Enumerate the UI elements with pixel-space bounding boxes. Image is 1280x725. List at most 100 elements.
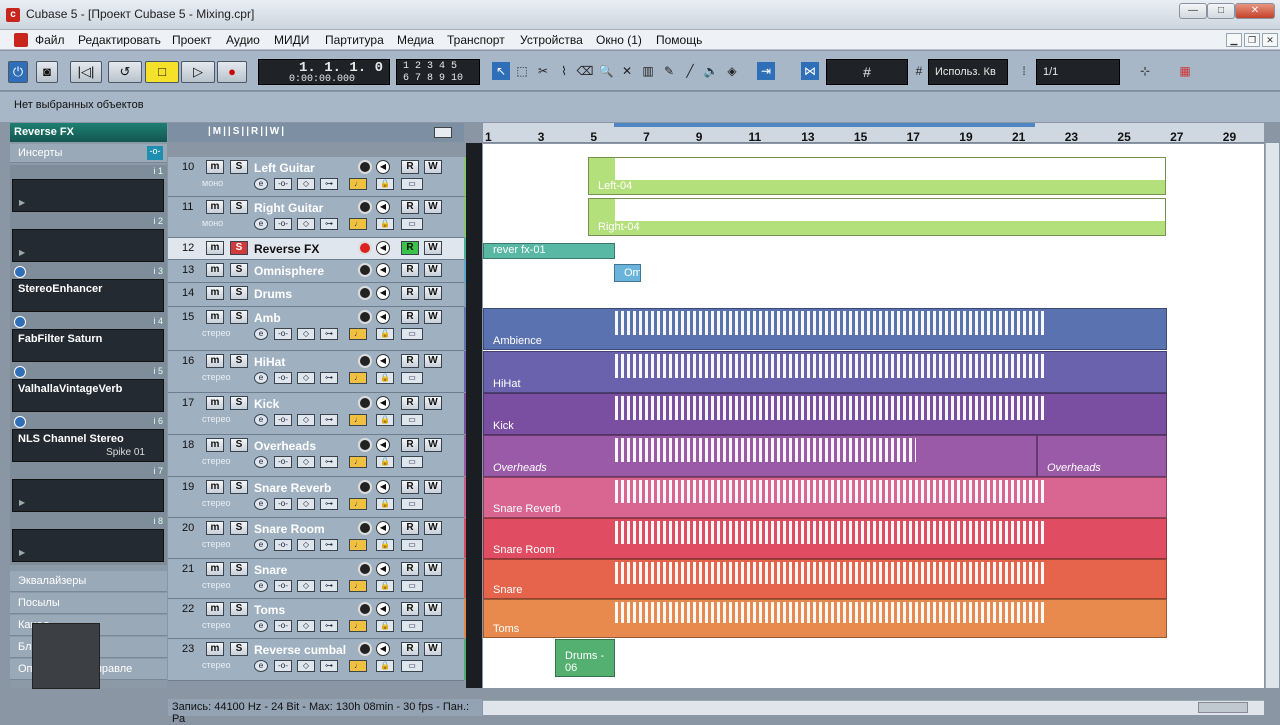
- cycle-button[interactable]: ↺: [108, 61, 142, 83]
- timewarp-tool-icon[interactable]: ▥: [639, 62, 657, 80]
- write-automation-button[interactable]: W: [424, 521, 442, 535]
- line-tool-icon[interactable]: ╱: [681, 62, 699, 80]
- lanes-icon[interactable]: ▭: [401, 218, 423, 230]
- lock-icon[interactable]: 🔒: [376, 372, 394, 384]
- mute-button[interactable]: m: [206, 438, 224, 452]
- monitor-button[interactable]: ◀: [376, 480, 390, 494]
- menu-audio[interactable]: Аудио: [226, 33, 260, 47]
- write-automation-button[interactable]: W: [424, 200, 442, 214]
- event-display[interactable]: Left-04 Right-04 rever fx-01 Om Ambience HiHa…: [483, 144, 1264, 688]
- read-automation-button[interactable]: R: [401, 241, 419, 255]
- mute-button[interactable]: m: [206, 396, 224, 410]
- timebase-icon[interactable]: ♩: [349, 178, 367, 190]
- record-enable-button[interactable]: [358, 354, 372, 368]
- send-bypass-icon[interactable]: ⊶: [320, 580, 338, 592]
- record-enable-button[interactable]: [358, 160, 372, 174]
- insert-slot-6[interactable]: i 6 NLS Channel Stereo Spike 01: [10, 415, 167, 465]
- lanes-icon[interactable]: ▭: [401, 372, 423, 384]
- write-automation-button[interactable]: W: [424, 241, 442, 255]
- eq-bypass-icon[interactable]: ◇: [297, 498, 315, 510]
- go-to-start-button[interactable]: |◁|: [70, 61, 102, 83]
- timebase-icon[interactable]: ♩: [349, 660, 367, 672]
- lock-icon[interactable]: 🔒: [376, 178, 394, 190]
- nudge-icon[interactable]: ⊹: [1136, 62, 1154, 80]
- send-bypass-icon[interactable]: ⊶: [320, 620, 338, 632]
- track-row[interactable]: 10 m S Left Guitar моно ◀ R We -o- ◇ ⊶ ♩ 🔒 ▭: [168, 157, 470, 197]
- inserts-header[interactable]: Инсерты -o-: [10, 144, 167, 163]
- record-enable-button[interactable]: [358, 200, 372, 214]
- global-track-buttons[interactable]: |M||S||R||W|: [208, 126, 286, 137]
- eq-bypass-icon[interactable]: ◇: [297, 580, 315, 592]
- lock-icon[interactable]: 🔒: [376, 414, 394, 426]
- lock-icon[interactable]: 🔒: [376, 660, 394, 672]
- write-automation-button[interactable]: W: [424, 160, 442, 174]
- audio-event[interactable]: Ambience: [483, 308, 1167, 350]
- insert-bypass-icon[interactable]: -o-: [274, 620, 292, 632]
- color-palette-icon[interactable]: ▦: [1172, 62, 1198, 80]
- slot-power-icon[interactable]: [14, 266, 26, 278]
- lanes-icon[interactable]: ▭: [401, 498, 423, 510]
- lock-icon[interactable]: 🔒: [376, 539, 394, 551]
- eq-bypass-icon[interactable]: ◇: [297, 660, 315, 672]
- autoscroll-icon[interactable]: ⇥: [757, 62, 775, 80]
- send-bypass-icon[interactable]: ⊶: [320, 218, 338, 230]
- zoom-tool-icon[interactable]: 🔍: [597, 62, 615, 80]
- solo-button[interactable]: S: [230, 200, 248, 214]
- track-row[interactable]: 23 m S Reverse cumbal стерео ◀ R We -o- ◇ ⊶ ♩ 🔒 ▭: [168, 639, 470, 681]
- mute-button[interactable]: m: [206, 286, 224, 300]
- timebase-icon[interactable]: ♩: [349, 218, 367, 230]
- insert-bypass-icon[interactable]: -o-: [274, 660, 292, 672]
- monitor-button[interactable]: ◀: [376, 310, 390, 324]
- insert-slot-4[interactable]: i 4 FabFilter Saturn: [10, 315, 167, 365]
- section-sends[interactable]: Посылы: [10, 593, 167, 614]
- track-row[interactable]: 13 m S Omnisphere ◀ R W: [168, 260, 470, 283]
- edit-channel-icon[interactable]: e: [254, 218, 268, 230]
- monitor-button[interactable]: ◀: [376, 438, 390, 452]
- draw-tool-icon[interactable]: ✎: [660, 62, 678, 80]
- track-name[interactable]: Snare Room: [254, 522, 325, 536]
- section-equalizers[interactable]: Эквалайзеры: [10, 571, 167, 592]
- insert-slot-8[interactable]: i 8 ▶: [10, 515, 167, 565]
- track-name[interactable]: Snare Reverb: [254, 481, 331, 495]
- edit-channel-icon[interactable]: e: [254, 620, 268, 632]
- lock-icon[interactable]: 🔒: [376, 218, 394, 230]
- send-bypass-icon[interactable]: ⊶: [320, 414, 338, 426]
- menu-midi[interactable]: МИДИ: [274, 33, 309, 47]
- menu-window[interactable]: Окно (1): [596, 33, 642, 47]
- menu-transport[interactable]: Транспорт: [447, 33, 505, 47]
- mute-button[interactable]: m: [206, 263, 224, 277]
- write-automation-button[interactable]: W: [424, 354, 442, 368]
- monitor-button[interactable]: ◀: [376, 562, 390, 576]
- track-name[interactable]: Drums: [254, 287, 292, 301]
- track-name[interactable]: Reverse FX: [254, 242, 319, 256]
- record-enable-button[interactable]: [358, 521, 372, 535]
- solo-button[interactable]: S: [230, 241, 248, 255]
- audio-event[interactable]: Left-04: [588, 157, 1166, 195]
- audio-event[interactable]: rever fx-01: [483, 243, 615, 259]
- track-name[interactable]: Right Guitar: [254, 201, 323, 215]
- record-enable-button[interactable]: [358, 562, 372, 576]
- eq-bypass-icon[interactable]: ◇: [297, 372, 315, 384]
- lock-icon[interactable]: 🔒: [376, 456, 394, 468]
- horizontal-scrollbar[interactable]: [483, 700, 1264, 715]
- monitor-button[interactable]: ◀: [376, 521, 390, 535]
- track-row[interactable]: 21 m S Snare стерео ◀ R We -o- ◇ ⊶ ♩ 🔒 ▭: [168, 559, 470, 599]
- record-button[interactable]: ●: [217, 61, 247, 83]
- write-automation-button[interactable]: W: [424, 480, 442, 494]
- audio-event[interactable]: Toms: [483, 599, 1167, 638]
- audio-event[interactable]: Snare Reverb: [483, 477, 1167, 518]
- insert-bypass-icon[interactable]: -o-: [274, 218, 292, 230]
- insert-slot-1[interactable]: i 1 ▶: [10, 165, 167, 215]
- menu-media[interactable]: Медиа: [397, 33, 434, 47]
- eq-bypass-icon[interactable]: ◇: [297, 414, 315, 426]
- lock-icon[interactable]: 🔒: [376, 498, 394, 510]
- write-automation-button[interactable]: W: [424, 396, 442, 410]
- play-tool-icon[interactable]: 🔈: [702, 62, 720, 80]
- record-enable-button[interactable]: [358, 642, 372, 656]
- mdi-restore-button[interactable]: ❐: [1244, 33, 1260, 47]
- insert-bypass-icon[interactable]: -o-: [274, 372, 292, 384]
- track-name[interactable]: Left Guitar: [254, 161, 315, 175]
- menu-help[interactable]: Помощь: [656, 33, 702, 47]
- edit-channel-icon[interactable]: e: [254, 178, 268, 190]
- stop-button[interactable]: □: [145, 61, 179, 83]
